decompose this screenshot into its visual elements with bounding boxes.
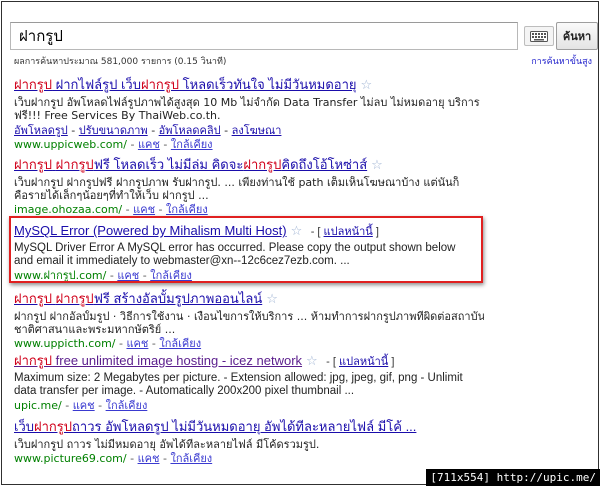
search-result: ฝากรูป ฝากรูปฟรี สร้างอัลบั้มรูปภาพออนไล… bbox=[14, 290, 484, 351]
similar-link[interactable]: ใกล้เคียง bbox=[171, 138, 213, 151]
sublink-upload-image[interactable]: อัพโหลดรูป bbox=[14, 124, 68, 137]
image-size-tag: [711x554] http://upic.me/ bbox=[426, 469, 600, 486]
highlight-box bbox=[9, 216, 483, 283]
search-input[interactable] bbox=[10, 22, 518, 50]
result-stats: ผลการค้นหาประมาณ 581,000 รายการ (0.15 วิ… bbox=[14, 57, 227, 67]
search-result: เว็บฝากรูปถาวร อัพโหลดรูป ไม่มีวันหมดอาย… bbox=[14, 418, 484, 466]
advanced-search-link[interactable]: การค้นหาขั้นสูง bbox=[531, 54, 592, 68]
result-url: www.uppicth.com/ bbox=[14, 337, 116, 350]
result-url: image.ohozaa.com/ bbox=[14, 203, 123, 216]
result-snippet: Maximum size: 2 Megabytes per picture. -… bbox=[14, 372, 463, 397]
title-text: คิดถึงโอ้โหซ่าส์ bbox=[281, 157, 368, 172]
result-sublinks: อัพโหลดรูป - ปรับขนาดภาพ - อัพโหลดคลิป -… bbox=[14, 124, 484, 137]
title-highlight-term: ฝากรูป bbox=[34, 419, 73, 434]
search-result: ฝากรูป ฝากไฟล์รูป เว็บฝากรูป โหลดเร็วทัน… bbox=[14, 76, 484, 152]
cache-link[interactable]: แคช bbox=[138, 138, 160, 151]
result-cite: www.uppicweb.com/ - แคช - ใกล้เคียง bbox=[14, 138, 213, 151]
title-highlight-term: ฝากรูป bbox=[140, 77, 180, 92]
separator: - bbox=[151, 124, 159, 137]
snippet-line: ฟรี!!! Free Services By ThaiWeb.co.th. bbox=[14, 109, 221, 122]
cache-link[interactable]: แคช bbox=[133, 203, 155, 216]
cache-link[interactable]: แคช bbox=[138, 452, 160, 465]
snippet-line: เว็บฝากรูป อัพโหลดไฟล์รูปภาพได้สูงสุด 10… bbox=[14, 96, 480, 109]
title-text: ฟรี สร้างอัลบั้มรูปภาพออนไลน์ bbox=[93, 291, 263, 306]
sublink-upload-clip[interactable]: อัพโหลดคลิป bbox=[159, 124, 221, 137]
title-text: ฟรี โหลดเร็ว ไม่มีล่ม คิดจะ bbox=[93, 157, 244, 172]
snippet-line: ฝากรูป ฝากอัลบั้มรูป · วิธีการใช้งาน · เ… bbox=[14, 310, 484, 323]
result-title-link[interactable]: ฝากรูป ฝากรูปฟรี โหลดเร็ว ไม่มีล่ม คิดจะ… bbox=[14, 157, 367, 172]
search-result: ฝากรูป ฝากรูปฟรี โหลดเร็ว ไม่มีล่ม คิดจะ… bbox=[14, 156, 484, 217]
result-snippet: เว็บฝากรูป ถาวร ไม่มีหมดอายุ อัพได้ทีละห… bbox=[14, 438, 484, 451]
search-result: ฝากรูป free unlimited image hosting - ic… bbox=[14, 352, 484, 413]
result-title-link[interactable]: ฝากรูป free unlimited image hosting - ic… bbox=[14, 353, 302, 368]
snippet-line: ชาติศาสนาและพระมหากษัตริย์ ... bbox=[14, 323, 176, 336]
translate-group: - [ แปลหน้านี้ ] bbox=[326, 356, 395, 368]
result-title-link[interactable]: เว็บฝากรูปถาวร อัพโหลดรูป ไม่มีวันหมดอาย… bbox=[14, 419, 416, 434]
snippet-line: คือรายได้เล็กๆน้อยๆที่ทำให้เว็บ ฝากรูป .… bbox=[14, 189, 209, 202]
similar-link[interactable]: ใกล้เคียง bbox=[166, 203, 208, 216]
similar-link[interactable]: ใกล้เคียง bbox=[170, 452, 212, 465]
title-highlight-term: ฝากรูป bbox=[243, 157, 282, 172]
title-text: เว็บ bbox=[14, 419, 34, 434]
result-snippet: ฝากรูป ฝากอัลบั้มรูป · วิธีการใช้งาน · เ… bbox=[14, 310, 484, 336]
snippet-line: เว็บฝากรูป ถาวร ไม่มีหมดอายุ อัพได้ทีละห… bbox=[14, 438, 320, 451]
keyboard-icon bbox=[530, 30, 548, 42]
star-icon[interactable]: ☆ bbox=[266, 291, 278, 307]
separator: - bbox=[224, 124, 232, 137]
result-cite: upic.me/ - แคช - ใกล้เคียง bbox=[14, 399, 148, 412]
result-snippet: เว็บฝากรูป ฝากรูปฟรี ฝากรูปภาพ รับฝากรูป… bbox=[14, 176, 484, 202]
star-icon[interactable]: ☆ bbox=[371, 157, 383, 173]
title-text: ฝากไฟล์รูป เว็บ bbox=[52, 77, 141, 92]
result-url: www.picture69.com/ bbox=[14, 452, 127, 465]
title-highlight-term: ฝากรูป bbox=[55, 157, 94, 172]
title-text: โหลดเร็วทันใจ ไม่มีวันหมดอายุ bbox=[179, 77, 357, 92]
virtual-keyboard-button[interactable] bbox=[524, 26, 554, 46]
title-highlight-term: ฝากรูป bbox=[14, 353, 53, 368]
title-highlight-term: ฝากรูป bbox=[14, 291, 53, 306]
result-url: www.uppicweb.com/ bbox=[14, 138, 127, 151]
result-cite: image.ohozaa.com/ - แคช - ใกล้เคียง bbox=[14, 203, 208, 216]
separator: - bbox=[71, 124, 79, 137]
result-url: upic.me/ bbox=[14, 399, 62, 412]
title-text: ถาวร อัพโหลดรูป ไม่มีวันหมดอายุ อัพได้ที… bbox=[72, 419, 417, 434]
title-highlight-term: ฝากรูป bbox=[14, 157, 53, 172]
title-highlight-term: ฝากรูป bbox=[14, 77, 53, 92]
result-cite: www.uppicth.com/ - แคช - ใกล้เคียง bbox=[14, 337, 202, 350]
result-snippet: เว็บฝากรูป อัพโหลดไฟล์รูปภาพได้สูงสุด 10… bbox=[14, 96, 484, 122]
cache-link[interactable]: แคช bbox=[73, 399, 95, 412]
snippet-line: เว็บฝากรูป ฝากรูปฟรี ฝากรูปภาพ รับฝากรูป… bbox=[14, 176, 460, 189]
screenshot-frame: ค้นหา ผลการค้นหาประมาณ 581,000 รายการ (0… bbox=[1, 1, 599, 485]
cache-link[interactable]: แคช bbox=[126, 337, 148, 350]
translate-link[interactable]: แปลหน้านี้ bbox=[339, 356, 388, 368]
sublink-advertise[interactable]: ลงโฆษณา bbox=[232, 124, 282, 137]
result-title-link[interactable]: ฝากรูป ฝากรูปฟรี สร้างอัลบั้มรูปภาพออนไล… bbox=[14, 291, 262, 306]
search-button[interactable]: ค้นหา bbox=[556, 22, 598, 50]
search-bar: ค้นหา bbox=[10, 22, 598, 50]
result-title-link[interactable]: ฝากรูป ฝากไฟล์รูป เว็บฝากรูป โหลดเร็วทัน… bbox=[14, 77, 357, 92]
title-text: free unlimited image hosting - icez netw… bbox=[52, 353, 303, 368]
star-icon[interactable]: ☆ bbox=[361, 77, 373, 93]
similar-link[interactable]: ใกล้เคียง bbox=[159, 337, 201, 350]
sublink-resize[interactable]: ปรับขนาดภาพ bbox=[79, 124, 148, 137]
title-highlight-term: ฝากรูป bbox=[55, 291, 94, 306]
star-icon[interactable]: ☆ bbox=[306, 353, 318, 369]
result-cite: www.picture69.com/ - แคช - ใกล้เคียง bbox=[14, 452, 213, 465]
similar-link[interactable]: ใกล้เคียง bbox=[106, 399, 148, 412]
